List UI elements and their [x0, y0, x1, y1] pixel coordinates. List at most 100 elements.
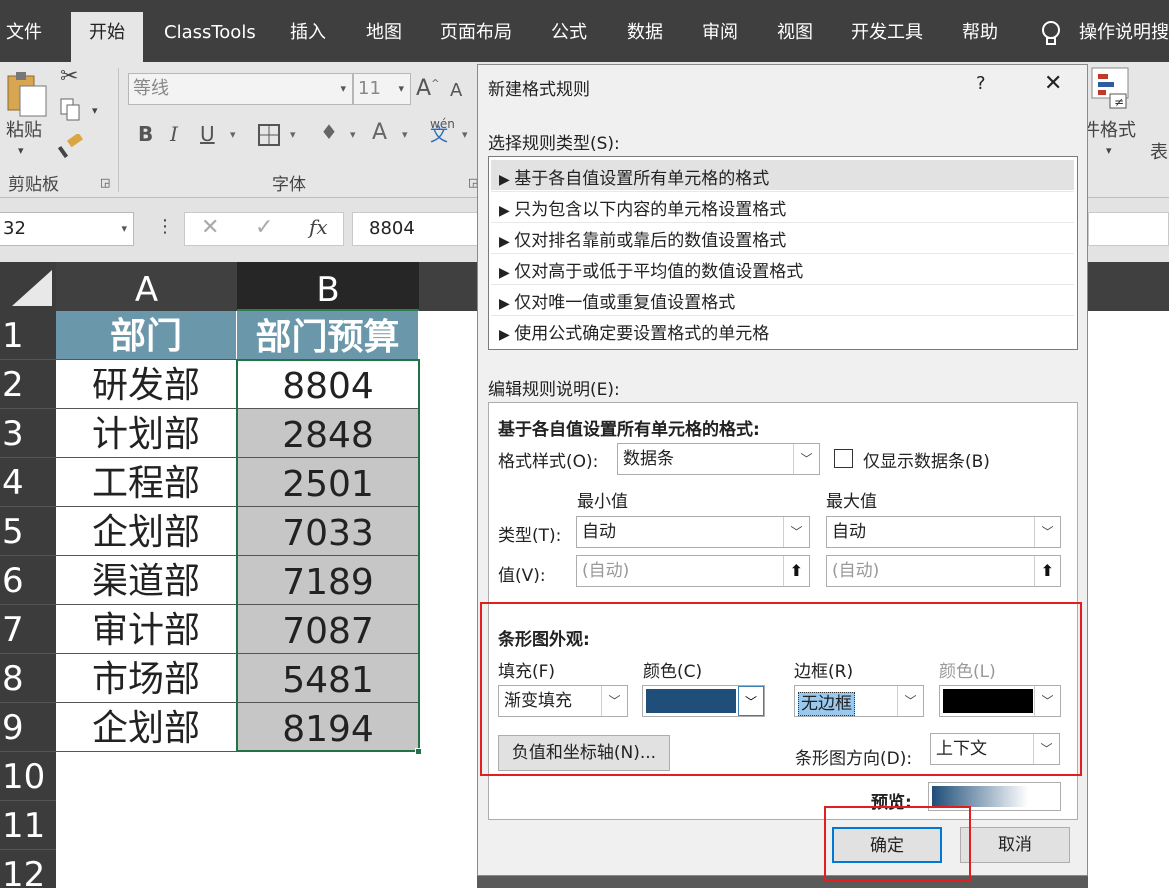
underline-icon[interactable]: U — [200, 122, 215, 146]
tab-classtools[interactable]: ClassTools — [164, 0, 256, 62]
cell-budget[interactable]: 7087 — [237, 605, 419, 654]
tab-view[interactable]: 视图 — [777, 0, 813, 62]
chevron-down-icon[interactable]: ﹀ — [1033, 734, 1059, 764]
minimum-value-input[interactable]: (自动) ⬆ — [576, 555, 810, 587]
enter-icon[interactable]: ✓ — [255, 215, 273, 240]
chevron-down-icon[interactable]: ﹀ — [793, 444, 819, 474]
tab-review[interactable]: 审阅 — [702, 0, 738, 62]
chevron-down-icon[interactable]: ▾ — [121, 213, 127, 245]
font-color-icon[interactable]: A — [372, 120, 387, 145]
cell-budget[interactable]: 7189 — [237, 556, 419, 605]
chevron-down-icon[interactable]: ﹀ — [601, 686, 627, 716]
cell-department[interactable]: 计划部 — [56, 409, 237, 458]
italic-icon[interactable]: I — [170, 122, 178, 146]
row-header[interactable]: 9 — [0, 703, 56, 752]
paste-dropdown-icon[interactable]: ▾ — [18, 144, 24, 157]
format-painter-icon[interactable] — [58, 134, 84, 158]
ok-button[interactable]: 确定 — [832, 827, 942, 863]
tab-home[interactable]: 开始 — [71, 12, 143, 62]
copy-dropdown-icon[interactable]: ▾ — [92, 104, 98, 117]
cell-department[interactable]: 渠道部 — [56, 556, 237, 605]
row-header[interactable]: 12 — [0, 850, 56, 888]
name-box[interactable]: 32 ▾ — [0, 212, 134, 246]
chevron-down-icon[interactable]: ﹀ — [783, 517, 809, 547]
cell-budget[interactable]: 8194 — [237, 703, 419, 752]
select-all-corner[interactable] — [0, 262, 56, 311]
column-header-a[interactable]: A — [56, 262, 237, 311]
chevron-down-icon[interactable]: ﹀ — [1034, 517, 1060, 547]
chevron-down-icon[interactable]: ▾ — [1106, 144, 1112, 157]
maximum-type-select[interactable]: 自动 ﹀ — [826, 516, 1061, 548]
header-cell-department[interactable]: 部门 — [56, 311, 237, 360]
cancel-icon[interactable]: ✕ — [201, 215, 219, 240]
chevron-down-icon[interactable]: ▾ — [398, 74, 404, 104]
conditional-format-label[interactable]: 件格式 — [1082, 116, 1136, 142]
cut-icon[interactable]: ✂ — [60, 64, 78, 89]
cell-budget[interactable]: 8804 — [237, 360, 419, 409]
tab-file[interactable]: 文件 — [6, 0, 42, 62]
conditional-format-icon[interactable]: ≠ — [1090, 66, 1130, 112]
fill-handle[interactable] — [415, 748, 422, 755]
cancel-button[interactable]: 取消 — [960, 827, 1070, 863]
phonetic-guide-icon[interactable]: wén 文 — [430, 118, 455, 145]
lightbulb-icon[interactable] — [1040, 20, 1062, 48]
maximum-value-input[interactable]: (自动) ⬆ — [826, 555, 1061, 587]
more-options-icon[interactable]: ⋮ — [156, 216, 174, 237]
collapse-dialog-icon[interactable]: ⬆ — [1034, 556, 1060, 586]
cell-department[interactable]: 研发部 — [56, 360, 237, 409]
format-style-select[interactable]: 数据条 ﹀ — [617, 443, 820, 475]
row-header[interactable]: 5 — [0, 507, 56, 556]
fill-color-picker[interactable]: ﹀ — [642, 685, 765, 717]
minimum-type-select[interactable]: 自动 ﹀ — [576, 516, 810, 548]
column-header-c[interactable] — [419, 262, 477, 311]
row-header[interactable]: 7 — [0, 605, 56, 654]
chevron-down-icon[interactable]: ▾ — [290, 128, 296, 141]
fill-color-icon[interactable]: ♦ — [320, 120, 338, 144]
tab-insert[interactable]: 插入 — [290, 0, 326, 62]
chevron-down-icon[interactable]: ▾ — [230, 128, 236, 141]
cell-department[interactable]: 市场部 — [56, 654, 237, 703]
collapse-dialog-icon[interactable]: ⬆ — [783, 556, 809, 586]
chevron-down-icon[interactable]: ▾ — [350, 128, 356, 141]
increase-font-icon[interactable]: A^ — [416, 76, 439, 101]
tab-map[interactable]: 地图 — [366, 0, 402, 62]
row-header[interactable]: 4 — [0, 458, 56, 507]
row-header[interactable]: 11 — [0, 801, 56, 850]
border-type-select[interactable]: 无边框 ﹀ — [794, 685, 924, 717]
chevron-down-icon[interactable]: ﹀ — [738, 686, 764, 716]
cell-department[interactable]: 企划部 — [56, 507, 237, 556]
border-color-picker[interactable]: ﹀ — [939, 685, 1061, 717]
row-header[interactable]: 2 — [0, 360, 56, 409]
copy-icon[interactable] — [60, 98, 82, 122]
decrease-font-icon[interactable]: A — [450, 80, 462, 101]
rule-type-item[interactable]: ▶ 仅对排名靠前或靠后的数值设置格式 — [499, 226, 786, 251]
column-header-b[interactable]: B — [237, 262, 419, 311]
close-icon[interactable]: ✕ — [1044, 71, 1062, 96]
bold-icon[interactable]: B — [138, 122, 153, 146]
cell-department[interactable]: 审计部 — [56, 605, 237, 654]
formula-input-continued[interactable] — [1088, 212, 1169, 246]
tell-me-search[interactable]: 操作说明搜 — [1079, 0, 1169, 62]
row-header[interactable]: 6 — [0, 556, 56, 605]
clipboard-launcher-icon[interactable]: ◲ — [100, 176, 110, 189]
chevron-down-icon[interactable]: ▾ — [402, 128, 408, 141]
font-size-combo[interactable]: 11 ▾ — [353, 73, 411, 105]
border-icon[interactable] — [258, 124, 280, 146]
chevron-down-icon[interactable]: ﹀ — [1034, 686, 1060, 716]
chevron-down-icon[interactable]: ﹀ — [897, 686, 923, 716]
tab-data[interactable]: 数据 — [627, 0, 663, 62]
negative-axis-button[interactable]: 负值和坐标轴(N)... — [498, 735, 670, 771]
cell-budget[interactable]: 7033 — [237, 507, 419, 556]
cell-department[interactable]: 企划部 — [56, 703, 237, 752]
fill-type-select[interactable]: 渐变填充 ﹀ — [498, 685, 628, 717]
row-header[interactable]: 3 — [0, 409, 56, 458]
rule-type-item[interactable]: ▶ 仅对唯一值或重复值设置格式 — [499, 288, 735, 313]
function-icon[interactable]: fx — [309, 215, 328, 239]
cell-budget[interactable]: 2848 — [237, 409, 419, 458]
tab-developer[interactable]: 开发工具 — [851, 0, 923, 62]
help-icon[interactable]: ? — [976, 73, 986, 94]
show-bar-only-checkbox[interactable] — [834, 449, 853, 468]
tab-formulas[interactable]: 公式 — [551, 0, 587, 62]
rule-type-item[interactable]: ▶ 只为包含以下内容的单元格设置格式 — [499, 195, 786, 220]
formula-input[interactable]: 8804 — [352, 212, 482, 246]
